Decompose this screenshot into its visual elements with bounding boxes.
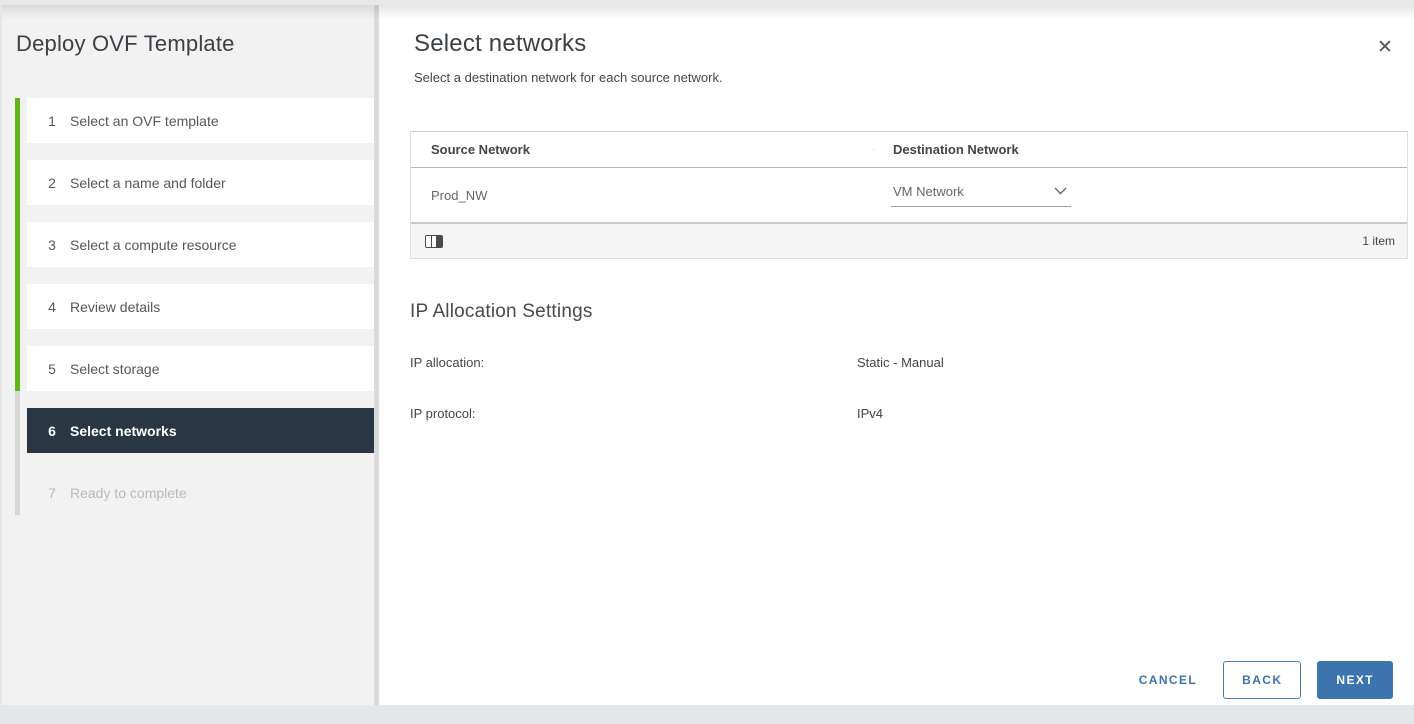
- network-mapping-table: Source Network Destination Network Prod_…: [410, 131, 1408, 259]
- sidebar-step-7-disabled: 7 Ready to complete: [27, 470, 374, 515]
- step-number: 4: [48, 298, 56, 315]
- table-header: Source Network Destination Network: [411, 131, 1407, 168]
- page-title: Select networks: [414, 30, 587, 57]
- table-footer: 1 item: [411, 222, 1407, 259]
- sidebar-step-4[interactable]: 4 Review details: [27, 284, 374, 329]
- step-label: Select networks: [70, 422, 177, 439]
- back-button[interactable]: BACK: [1223, 661, 1302, 699]
- column-header-source-network: Source Network: [431, 142, 530, 157]
- cancel-button[interactable]: CANCEL: [1133, 662, 1203, 698]
- deploy-ovf-dialog: Deploy OVF Template 1 Select an OVF temp…: [2, 5, 1414, 705]
- source-network-cell: Prod_NW: [431, 187, 488, 203]
- selected-network-value: VM Network: [893, 183, 964, 199]
- wizard-actions: CANCEL BACK NEXT: [1133, 661, 1393, 699]
- step-number: 6: [48, 422, 56, 439]
- ip-protocol-label: IP protocol:: [410, 406, 476, 421]
- step-number: 5: [48, 360, 56, 377]
- sidebar-step-6-active[interactable]: 6 Select networks: [27, 408, 374, 453]
- step-number: 2: [48, 174, 56, 191]
- destination-network-select[interactable]: VM Network: [891, 184, 1071, 207]
- ip-allocation-heading: IP Allocation Settings: [410, 301, 593, 322]
- step-number: 1: [48, 112, 56, 129]
- wizard-steps: 1 Select an OVF template 2 Select a name…: [2, 98, 374, 515]
- wizard-sidebar: Deploy OVF Template 1 Select an OVF temp…: [2, 5, 374, 705]
- ip-allocation-value: Static - Manual: [857, 355, 944, 370]
- step-number: 3: [48, 236, 56, 253]
- column-header-destination-network: Destination Network: [873, 142, 1407, 157]
- ip-allocation-label: IP allocation:: [410, 355, 485, 370]
- table-row: Prod_NW VM Network: [411, 168, 1407, 222]
- column-toggle-icon[interactable]: [425, 234, 443, 248]
- chevron-down-icon: [1054, 187, 1067, 195]
- progress-bar-green: [15, 98, 20, 391]
- sidebar-step-3[interactable]: 3 Select a compute resource: [27, 222, 374, 267]
- destination-network-cell: VM Network: [873, 184, 1407, 207]
- sidebar-step-1[interactable]: 1 Select an OVF template: [27, 98, 374, 143]
- ip-allocation-row: IP allocation: Static - Manual: [410, 355, 1408, 370]
- sidebar-step-2[interactable]: 2 Select a name and folder: [27, 160, 374, 205]
- step-label: Select an OVF template: [70, 112, 219, 129]
- step-label: Select a name and folder: [70, 174, 226, 191]
- dialog-title: Deploy OVF Template: [16, 31, 235, 56]
- ip-protocol-row: IP protocol: IPv4: [410, 406, 1408, 421]
- page-subtitle: Select a destination network for each so…: [414, 70, 723, 85]
- next-button[interactable]: NEXT: [1317, 661, 1393, 699]
- close-icon[interactable]: ✕: [1374, 37, 1396, 59]
- step-label: Review details: [70, 298, 161, 315]
- sidebar-step-5[interactable]: 5 Select storage: [27, 346, 374, 391]
- step-label: Select storage: [70, 360, 160, 377]
- step-label: Select a compute resource: [70, 236, 237, 253]
- ip-protocol-value: IPv4: [857, 406, 884, 421]
- wizard-content: ✕ Select networks Select a destination n…: [379, 5, 1414, 705]
- item-count: 1 item: [1362, 234, 1395, 248]
- step-number: 7: [48, 484, 56, 501]
- step-label: Ready to complete: [70, 484, 187, 501]
